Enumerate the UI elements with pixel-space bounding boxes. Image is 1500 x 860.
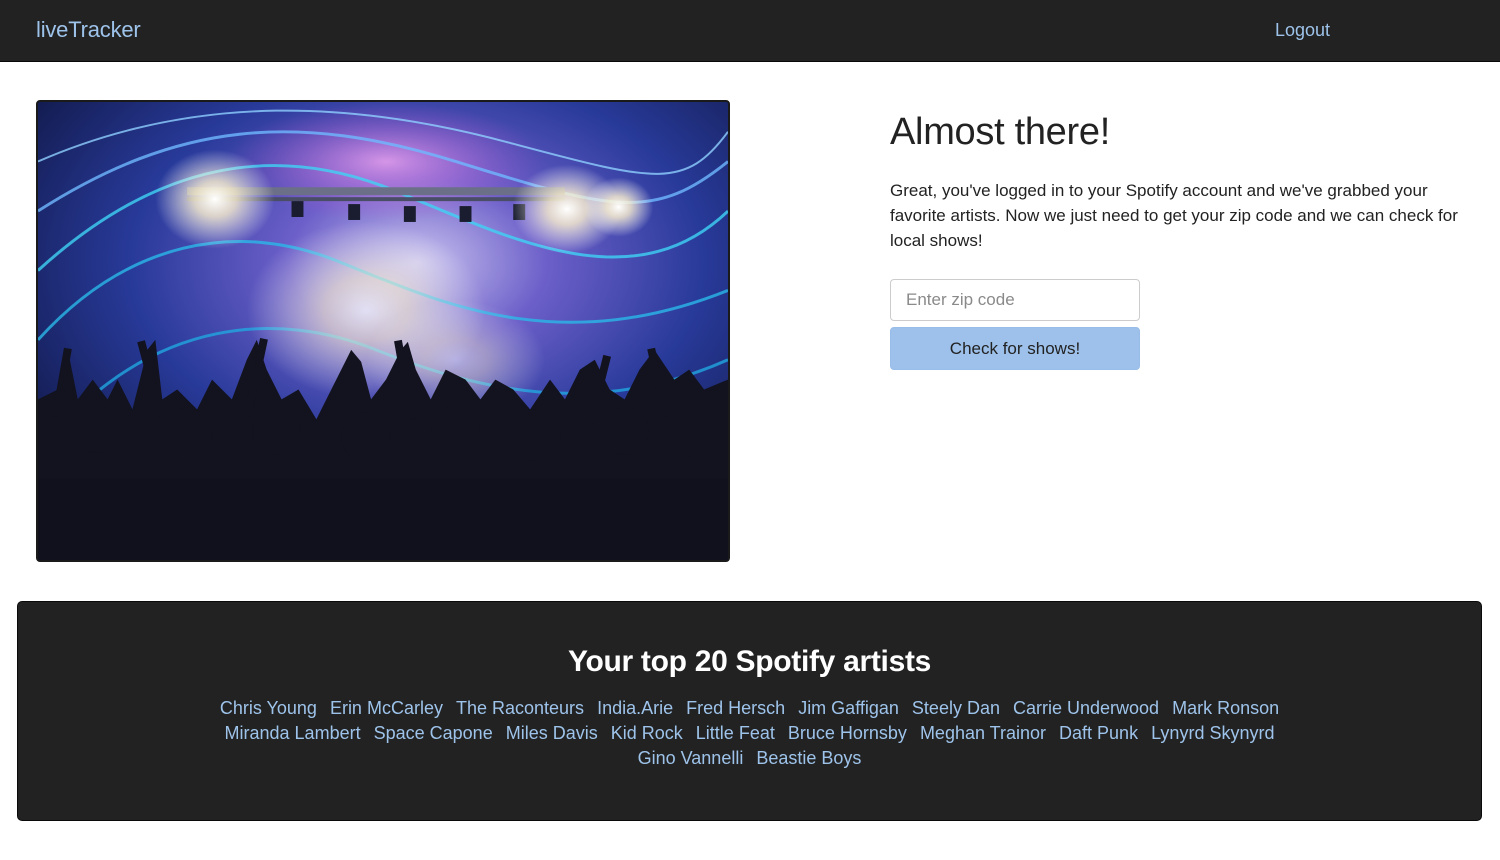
artist-link[interactable]: Meghan Trainor — [920, 723, 1046, 743]
artist-list: Chris Young Erin McCarley The Raconteurs… — [170, 696, 1330, 771]
zip-code-input[interactable] — [890, 279, 1140, 321]
artist-link[interactable]: Miranda Lambert — [225, 723, 361, 743]
artist-link[interactable]: Gino Vannelli — [638, 748, 744, 768]
artist-link[interactable]: Daft Punk — [1059, 723, 1138, 743]
top-artists-panel: Your top 20 Spotify artists Chris Young … — [17, 601, 1482, 821]
artist-link[interactable]: Beastie Boys — [756, 748, 861, 768]
concert-image — [36, 100, 730, 562]
navbar: liveTracker Logout — [0, 0, 1500, 62]
artist-link[interactable]: Bruce Hornsby — [788, 723, 907, 743]
artist-link[interactable]: Fred Hersch — [686, 698, 785, 718]
artist-link[interactable]: Lynyrd Skynyrd — [1151, 723, 1274, 743]
artist-link[interactable]: Chris Young — [220, 698, 317, 718]
artist-link[interactable]: Erin McCarley — [330, 698, 443, 718]
concert-illustration — [38, 102, 728, 560]
top-artists-heading: Your top 20 Spotify artists — [567, 645, 932, 678]
artist-link[interactable]: Little Feat — [696, 723, 775, 743]
artist-link[interactable]: Mark Ronson — [1172, 698, 1279, 718]
artist-link[interactable]: Space Capone — [374, 723, 493, 743]
artist-link[interactable]: Jim Gaffigan — [798, 698, 899, 718]
logout-link[interactable]: Logout — [1275, 20, 1330, 41]
page-title: Almost there! — [890, 111, 1110, 153]
brand-link[interactable]: liveTracker — [36, 17, 141, 43]
artist-link[interactable]: Kid Rock — [611, 723, 683, 743]
intro-text: Great, you've logged in to your Spotify … — [890, 181, 1458, 250]
artist-link[interactable]: The Raconteurs — [456, 698, 584, 718]
artist-link[interactable]: Steely Dan — [912, 698, 1000, 718]
artist-link[interactable]: India.Arie — [597, 698, 673, 718]
zip-panel: Almost there! Great, you've logged in to… — [890, 110, 1470, 370]
artist-link[interactable]: Carrie Underwood — [1013, 698, 1159, 718]
check-for-shows-button[interactable]: Check for shows! — [890, 327, 1140, 370]
artist-link[interactable]: Miles Davis — [506, 723, 598, 743]
